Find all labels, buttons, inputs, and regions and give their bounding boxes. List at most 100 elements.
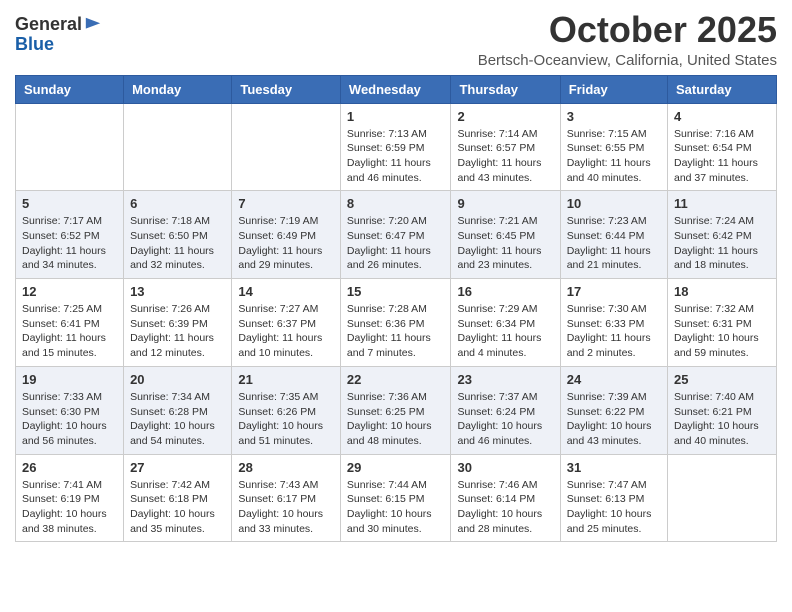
table-row (232, 103, 341, 191)
day-number: 9 (457, 196, 553, 211)
table-row: 16 Sunrise: 7:29 AMSunset: 6:34 PMDaylig… (451, 279, 560, 367)
col-wednesday: Wednesday (340, 75, 451, 103)
day-number: 15 (347, 284, 445, 299)
day-info: Sunrise: 7:15 AMSunset: 6:55 PMDaylight:… (567, 127, 661, 186)
table-row: 10 Sunrise: 7:23 AMSunset: 6:44 PMDaylig… (560, 191, 667, 279)
table-row: 30 Sunrise: 7:46 AMSunset: 6:14 PMDaylig… (451, 454, 560, 542)
day-info: Sunrise: 7:25 AMSunset: 6:41 PMDaylight:… (22, 302, 117, 361)
day-number: 1 (347, 109, 445, 124)
day-number: 30 (457, 460, 553, 475)
table-row: 9 Sunrise: 7:21 AMSunset: 6:45 PMDayligh… (451, 191, 560, 279)
calendar-header-row: Sunday Monday Tuesday Wednesday Thursday… (16, 75, 777, 103)
day-number: 31 (567, 460, 661, 475)
table-row: 19 Sunrise: 7:33 AMSunset: 6:30 PMDaylig… (16, 366, 124, 454)
header: General Blue October 2025 Bertsch-Oceanv… (15, 10, 777, 69)
day-info: Sunrise: 7:28 AMSunset: 6:36 PMDaylight:… (347, 302, 445, 361)
table-row (124, 103, 232, 191)
day-number: 20 (130, 372, 225, 387)
day-info: Sunrise: 7:18 AMSunset: 6:50 PMDaylight:… (130, 214, 225, 273)
day-number: 13 (130, 284, 225, 299)
day-number: 28 (238, 460, 334, 475)
day-info: Sunrise: 7:14 AMSunset: 6:57 PMDaylight:… (457, 127, 553, 186)
day-info: Sunrise: 7:41 AMSunset: 6:19 PMDaylight:… (22, 478, 117, 537)
day-info: Sunrise: 7:37 AMSunset: 6:24 PMDaylight:… (457, 390, 553, 449)
table-row: 14 Sunrise: 7:27 AMSunset: 6:37 PMDaylig… (232, 279, 341, 367)
table-row: 20 Sunrise: 7:34 AMSunset: 6:28 PMDaylig… (124, 366, 232, 454)
table-row: 7 Sunrise: 7:19 AMSunset: 6:49 PMDayligh… (232, 191, 341, 279)
table-row: 23 Sunrise: 7:37 AMSunset: 6:24 PMDaylig… (451, 366, 560, 454)
day-number: 7 (238, 196, 334, 211)
calendar-week-row: 5 Sunrise: 7:17 AMSunset: 6:52 PMDayligh… (16, 191, 777, 279)
table-row (668, 454, 777, 542)
table-row (16, 103, 124, 191)
day-info: Sunrise: 7:20 AMSunset: 6:47 PMDaylight:… (347, 214, 445, 273)
day-info: Sunrise: 7:13 AMSunset: 6:59 PMDaylight:… (347, 127, 445, 186)
day-number: 16 (457, 284, 553, 299)
day-number: 10 (567, 196, 661, 211)
day-number: 17 (567, 284, 661, 299)
day-info: Sunrise: 7:36 AMSunset: 6:25 PMDaylight:… (347, 390, 445, 449)
day-info: Sunrise: 7:39 AMSunset: 6:22 PMDaylight:… (567, 390, 661, 449)
location-subtitle: Bertsch-Oceanview, California, United St… (478, 52, 777, 69)
col-friday: Friday (560, 75, 667, 103)
table-row: 25 Sunrise: 7:40 AMSunset: 6:21 PMDaylig… (668, 366, 777, 454)
col-monday: Monday (124, 75, 232, 103)
day-number: 6 (130, 196, 225, 211)
day-info: Sunrise: 7:47 AMSunset: 6:13 PMDaylight:… (567, 478, 661, 537)
table-row: 4 Sunrise: 7:16 AMSunset: 6:54 PMDayligh… (668, 103, 777, 191)
day-info: Sunrise: 7:30 AMSunset: 6:33 PMDaylight:… (567, 302, 661, 361)
day-info: Sunrise: 7:42 AMSunset: 6:18 PMDaylight:… (130, 478, 225, 537)
day-info: Sunrise: 7:21 AMSunset: 6:45 PMDaylight:… (457, 214, 553, 273)
day-number: 23 (457, 372, 553, 387)
logo-general: General (15, 15, 82, 35)
table-row: 3 Sunrise: 7:15 AMSunset: 6:55 PMDayligh… (560, 103, 667, 191)
logo-flag-icon (84, 16, 102, 34)
day-info: Sunrise: 7:40 AMSunset: 6:21 PMDaylight:… (674, 390, 770, 449)
col-thursday: Thursday (451, 75, 560, 103)
day-info: Sunrise: 7:33 AMSunset: 6:30 PMDaylight:… (22, 390, 117, 449)
table-row: 13 Sunrise: 7:26 AMSunset: 6:39 PMDaylig… (124, 279, 232, 367)
table-row: 2 Sunrise: 7:14 AMSunset: 6:57 PMDayligh… (451, 103, 560, 191)
col-sunday: Sunday (16, 75, 124, 103)
logo-blue: Blue (15, 35, 102, 55)
day-number: 11 (674, 196, 770, 211)
table-row: 27 Sunrise: 7:42 AMSunset: 6:18 PMDaylig… (124, 454, 232, 542)
logo: General Blue (15, 15, 102, 55)
day-number: 8 (347, 196, 445, 211)
day-number: 22 (347, 372, 445, 387)
day-number: 18 (674, 284, 770, 299)
calendar-week-row: 1 Sunrise: 7:13 AMSunset: 6:59 PMDayligh… (16, 103, 777, 191)
calendar-table: Sunday Monday Tuesday Wednesday Thursday… (15, 75, 777, 543)
table-row: 1 Sunrise: 7:13 AMSunset: 6:59 PMDayligh… (340, 103, 451, 191)
calendar-week-row: 12 Sunrise: 7:25 AMSunset: 6:41 PMDaylig… (16, 279, 777, 367)
table-row: 8 Sunrise: 7:20 AMSunset: 6:47 PMDayligh… (340, 191, 451, 279)
day-info: Sunrise: 7:35 AMSunset: 6:26 PMDaylight:… (238, 390, 334, 449)
day-info: Sunrise: 7:17 AMSunset: 6:52 PMDaylight:… (22, 214, 117, 273)
day-number: 2 (457, 109, 553, 124)
day-info: Sunrise: 7:27 AMSunset: 6:37 PMDaylight:… (238, 302, 334, 361)
day-number: 14 (238, 284, 334, 299)
table-row: 12 Sunrise: 7:25 AMSunset: 6:41 PMDaylig… (16, 279, 124, 367)
day-number: 27 (130, 460, 225, 475)
day-info: Sunrise: 7:26 AMSunset: 6:39 PMDaylight:… (130, 302, 225, 361)
day-number: 24 (567, 372, 661, 387)
table-row: 6 Sunrise: 7:18 AMSunset: 6:50 PMDayligh… (124, 191, 232, 279)
day-info: Sunrise: 7:24 AMSunset: 6:42 PMDaylight:… (674, 214, 770, 273)
day-number: 3 (567, 109, 661, 124)
table-row: 18 Sunrise: 7:32 AMSunset: 6:31 PMDaylig… (668, 279, 777, 367)
table-row: 15 Sunrise: 7:28 AMSunset: 6:36 PMDaylig… (340, 279, 451, 367)
day-number: 26 (22, 460, 117, 475)
day-info: Sunrise: 7:43 AMSunset: 6:17 PMDaylight:… (238, 478, 334, 537)
table-row: 21 Sunrise: 7:35 AMSunset: 6:26 PMDaylig… (232, 366, 341, 454)
day-info: Sunrise: 7:32 AMSunset: 6:31 PMDaylight:… (674, 302, 770, 361)
day-number: 5 (22, 196, 117, 211)
day-number: 19 (22, 372, 117, 387)
day-info: Sunrise: 7:44 AMSunset: 6:15 PMDaylight:… (347, 478, 445, 537)
day-info: Sunrise: 7:23 AMSunset: 6:44 PMDaylight:… (567, 214, 661, 273)
col-tuesday: Tuesday (232, 75, 341, 103)
table-row: 24 Sunrise: 7:39 AMSunset: 6:22 PMDaylig… (560, 366, 667, 454)
table-row: 17 Sunrise: 7:30 AMSunset: 6:33 PMDaylig… (560, 279, 667, 367)
table-row: 31 Sunrise: 7:47 AMSunset: 6:13 PMDaylig… (560, 454, 667, 542)
day-info: Sunrise: 7:34 AMSunset: 6:28 PMDaylight:… (130, 390, 225, 449)
month-title: October 2025 (478, 10, 777, 50)
